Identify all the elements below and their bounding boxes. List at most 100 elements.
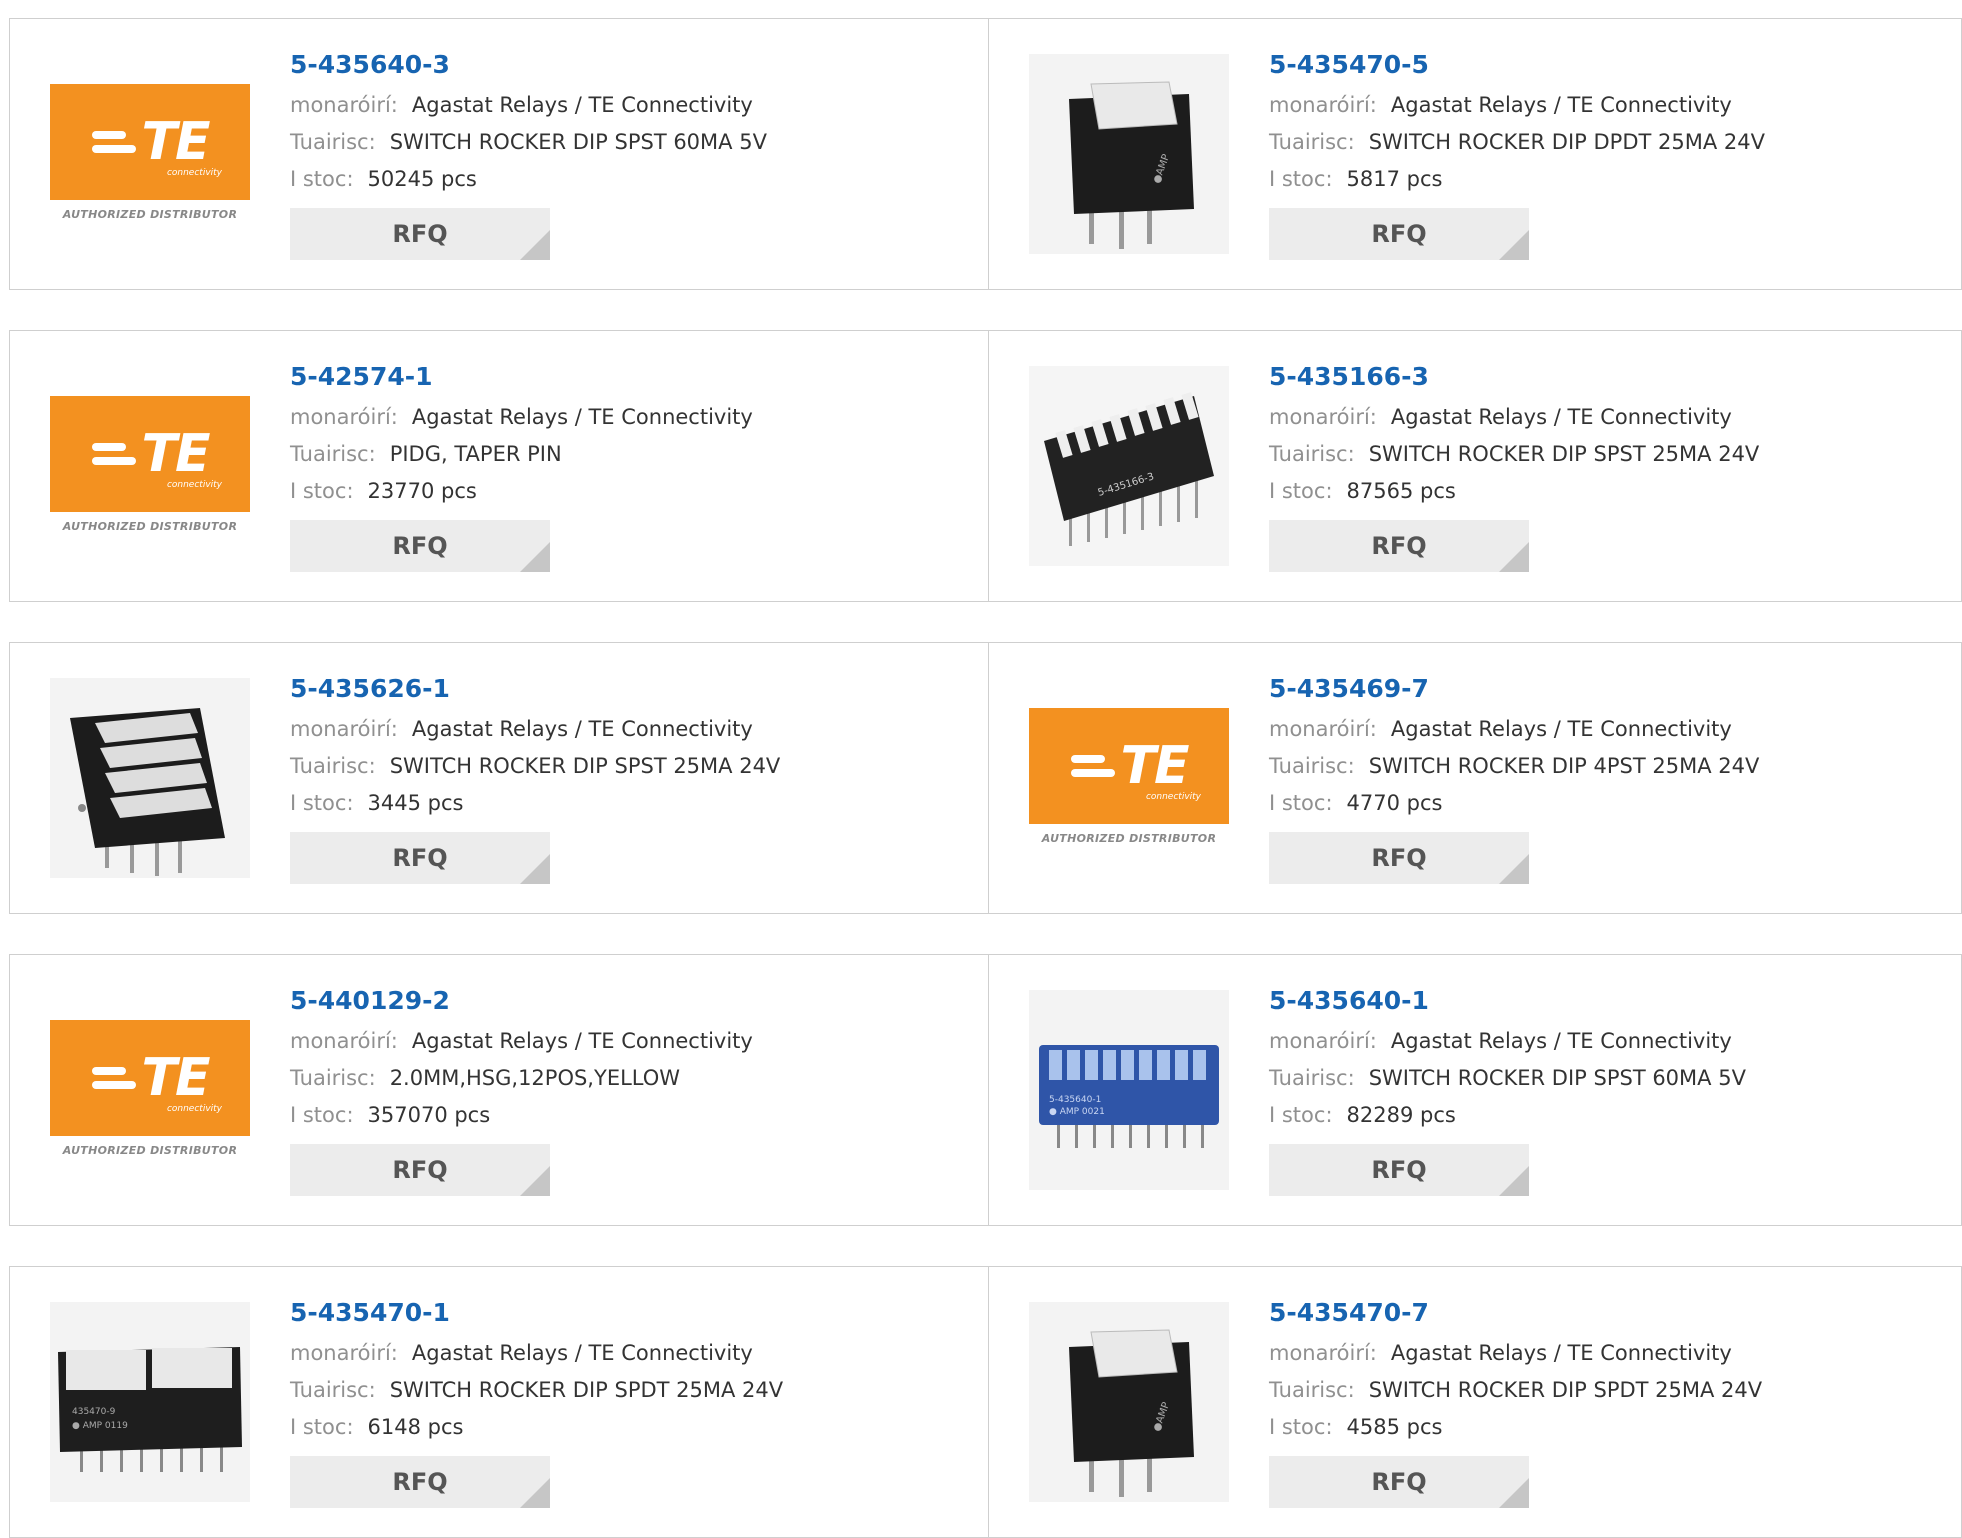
- te-logo: TE connectivity AUTHORIZED DISTRIBUTOR: [50, 1020, 250, 1160]
- product-row: 5-435626-1 monaróirí: Agastat Relays / TE…: [9, 642, 1962, 914]
- manufacturer-label: monaróirí:: [290, 1029, 398, 1053]
- manufacturer-label: monaróirí:: [1269, 405, 1377, 429]
- rfq-button[interactable]: RFQ: [1269, 208, 1529, 260]
- svg-text:● AMP 0119: ● AMP 0119: [72, 1421, 128, 1431]
- rfq-button[interactable]: RFQ: [290, 832, 550, 884]
- description-value: SWITCH ROCKER DIP SPST 60MA 5V: [389, 130, 767, 154]
- rfq-button[interactable]: RFQ: [290, 208, 550, 260]
- stock-label: I stoc:: [1269, 791, 1333, 815]
- dip-switch-image: 5-435640-1 ● AMP 0021: [1029, 990, 1229, 1190]
- rfq-button[interactable]: RFQ: [290, 1144, 550, 1196]
- stock-label: I stoc:: [1269, 1103, 1333, 1127]
- manufacturer-value: Agastat Relays / TE Connectivity: [1390, 717, 1732, 741]
- rocker-switch-image: ●AMP: [1029, 1302, 1229, 1502]
- stock-value: 4770 pcs: [1346, 791, 1443, 815]
- part-number-link[interactable]: 5-435470-5: [1269, 47, 1765, 83]
- stock-value: 3445 pcs: [367, 791, 464, 815]
- manufacturer-value: Agastat Relays / TE Connectivity: [411, 405, 753, 429]
- product-image[interactable]: ●AMP: [1029, 54, 1229, 254]
- product-image[interactable]: ●AMP: [1029, 1302, 1229, 1502]
- manufacturer-label: monaróirí:: [290, 1341, 398, 1365]
- manufacturer-label: monaróirí:: [1269, 93, 1377, 117]
- description-label: Tuairisc:: [1269, 1066, 1355, 1090]
- product-card: ●AMP 5-435470-5 monaróirí: Agastat Relays…: [988, 19, 1962, 289]
- product-card: 5-435626-1 monaróirí: Agastat Relays / TE…: [10, 643, 988, 913]
- description-label: Tuairisc:: [290, 1378, 376, 1402]
- stock-value: 82289 pcs: [1346, 1103, 1456, 1127]
- rfq-button[interactable]: RFQ: [1269, 1456, 1529, 1508]
- product-image[interactable]: TE connectivity AUTHORIZED DISTRIBUTOR: [50, 54, 250, 254]
- description-label: Tuairisc:: [290, 130, 376, 154]
- description-label: Tuairisc:: [1269, 754, 1355, 778]
- stock-value: 4585 pcs: [1346, 1415, 1443, 1439]
- product-row: TE connectivity AUTHORIZED DISTRIBUTOR 5-…: [9, 954, 1962, 1226]
- stock-label: I stoc:: [1269, 479, 1333, 503]
- description-value: SWITCH ROCKER DIP 4PST 25MA 24V: [1368, 754, 1760, 778]
- dip-switch-image: [50, 678, 250, 878]
- manufacturer-label: monaróirí:: [290, 717, 398, 741]
- description-value: PIDG, TAPER PIN: [389, 442, 562, 466]
- product-image[interactable]: 435470-9 ● AMP 0119: [50, 1302, 250, 1502]
- stock-value: 5817 pcs: [1346, 167, 1443, 191]
- part-number-link[interactable]: 5-435640-3: [290, 47, 767, 83]
- manufacturer-label: monaróirí:: [1269, 717, 1377, 741]
- manufacturer-label: monaróirí:: [290, 405, 398, 429]
- product-image[interactable]: 5-435640-1 ● AMP 0021: [1029, 990, 1229, 1190]
- product-image[interactable]: TE connectivity AUTHORIZED DISTRIBUTOR: [50, 990, 250, 1190]
- product-row: TE connectivity AUTHORIZED DISTRIBUTOR 5-…: [9, 18, 1962, 290]
- product-card: TE connectivity AUTHORIZED DISTRIBUTOR 5-…: [10, 331, 988, 601]
- description-value: 2.0MM,HSG,12POS,YELLOW: [389, 1066, 681, 1090]
- rfq-button[interactable]: RFQ: [1269, 832, 1529, 884]
- manufacturer-label: monaróirí:: [290, 93, 398, 117]
- te-logo: TE connectivity AUTHORIZED DISTRIBUTOR: [50, 84, 250, 224]
- rfq-button[interactable]: RFQ: [290, 1456, 550, 1508]
- te-logo: TE connectivity AUTHORIZED DISTRIBUTOR: [50, 396, 250, 536]
- part-number-link[interactable]: 5-435469-7: [1269, 671, 1759, 707]
- manufacturer-label: monaróirí:: [1269, 1029, 1377, 1053]
- description-label: Tuairisc:: [290, 1066, 376, 1090]
- manufacturer-value: Agastat Relays / TE Connectivity: [1390, 93, 1732, 117]
- rfq-button[interactable]: RFQ: [290, 520, 550, 572]
- description-value: SWITCH ROCKER DIP DPDT 25MA 24V: [1368, 130, 1765, 154]
- svg-text:435470-9: 435470-9: [72, 1407, 116, 1417]
- product-card: 435470-9 ● AMP 0119 5-435470-1 monaróirí…: [10, 1267, 988, 1537]
- stock-label: I stoc:: [1269, 1415, 1333, 1439]
- part-number-link[interactable]: 5-435470-7: [1269, 1295, 1762, 1331]
- description-label: Tuairisc:: [1269, 1378, 1355, 1402]
- product-image[interactable]: 5-435166-3: [1029, 366, 1229, 566]
- description-label: Tuairisc:: [1269, 442, 1355, 466]
- product-card: TE connectivity AUTHORIZED DISTRIBUTOR 5-…: [10, 19, 988, 289]
- part-number-link[interactable]: 5-435166-3: [1269, 359, 1759, 395]
- manufacturer-value: Agastat Relays / TE Connectivity: [411, 1341, 753, 1365]
- stock-label: I stoc:: [290, 791, 354, 815]
- product-image[interactable]: [50, 678, 250, 878]
- stock-value: 357070 pcs: [367, 1103, 491, 1127]
- part-number-link[interactable]: 5-435626-1: [290, 671, 780, 707]
- manufacturer-value: Agastat Relays / TE Connectivity: [1390, 405, 1732, 429]
- description-label: Tuairisc:: [290, 754, 376, 778]
- part-number-link[interactable]: 5-435470-1: [290, 1295, 783, 1331]
- stock-label: I stoc:: [1269, 167, 1333, 191]
- product-card: TE connectivity AUTHORIZED DISTRIBUTOR 5-…: [10, 955, 988, 1225]
- product-card: 5-435640-1 ● AMP 0021 5-435640-1 monarói…: [988, 955, 1962, 1225]
- rfq-button[interactable]: RFQ: [1269, 1144, 1529, 1196]
- part-number-link[interactable]: 5-440129-2: [290, 983, 753, 1019]
- part-number-link[interactable]: 5-42574-1: [290, 359, 753, 395]
- part-number-link[interactable]: 5-435640-1: [1269, 983, 1746, 1019]
- rfq-button[interactable]: RFQ: [1269, 520, 1529, 572]
- description-value: SWITCH ROCKER DIP SPST 25MA 24V: [389, 754, 781, 778]
- description-label: Tuairisc:: [1269, 130, 1355, 154]
- svg-text:● AMP 0021: ● AMP 0021: [1049, 1107, 1105, 1117]
- product-row: 435470-9 ● AMP 0119 5-435470-1 monaróirí…: [9, 1266, 1962, 1538]
- product-image[interactable]: TE connectivity AUTHORIZED DISTRIBUTOR: [1029, 678, 1229, 878]
- manufacturer-label: monaróirí:: [1269, 1341, 1377, 1365]
- product-card: ●AMP 5-435470-7 monaróirí: Agastat Relays…: [988, 1267, 1962, 1537]
- manufacturer-value: Agastat Relays / TE Connectivity: [411, 717, 753, 741]
- manufacturer-value: Agastat Relays / TE Connectivity: [411, 93, 753, 117]
- product-image[interactable]: TE connectivity AUTHORIZED DISTRIBUTOR: [50, 366, 250, 566]
- description-value: SWITCH ROCKER DIP SPST 25MA 24V: [1368, 442, 1760, 466]
- dip-switch-image: 435470-9 ● AMP 0119: [50, 1302, 250, 1502]
- te-logo: TE connectivity AUTHORIZED DISTRIBUTOR: [1029, 708, 1229, 848]
- stock-label: I stoc:: [290, 479, 354, 503]
- description-value: SWITCH ROCKER DIP SPST 60MA 5V: [1368, 1066, 1746, 1090]
